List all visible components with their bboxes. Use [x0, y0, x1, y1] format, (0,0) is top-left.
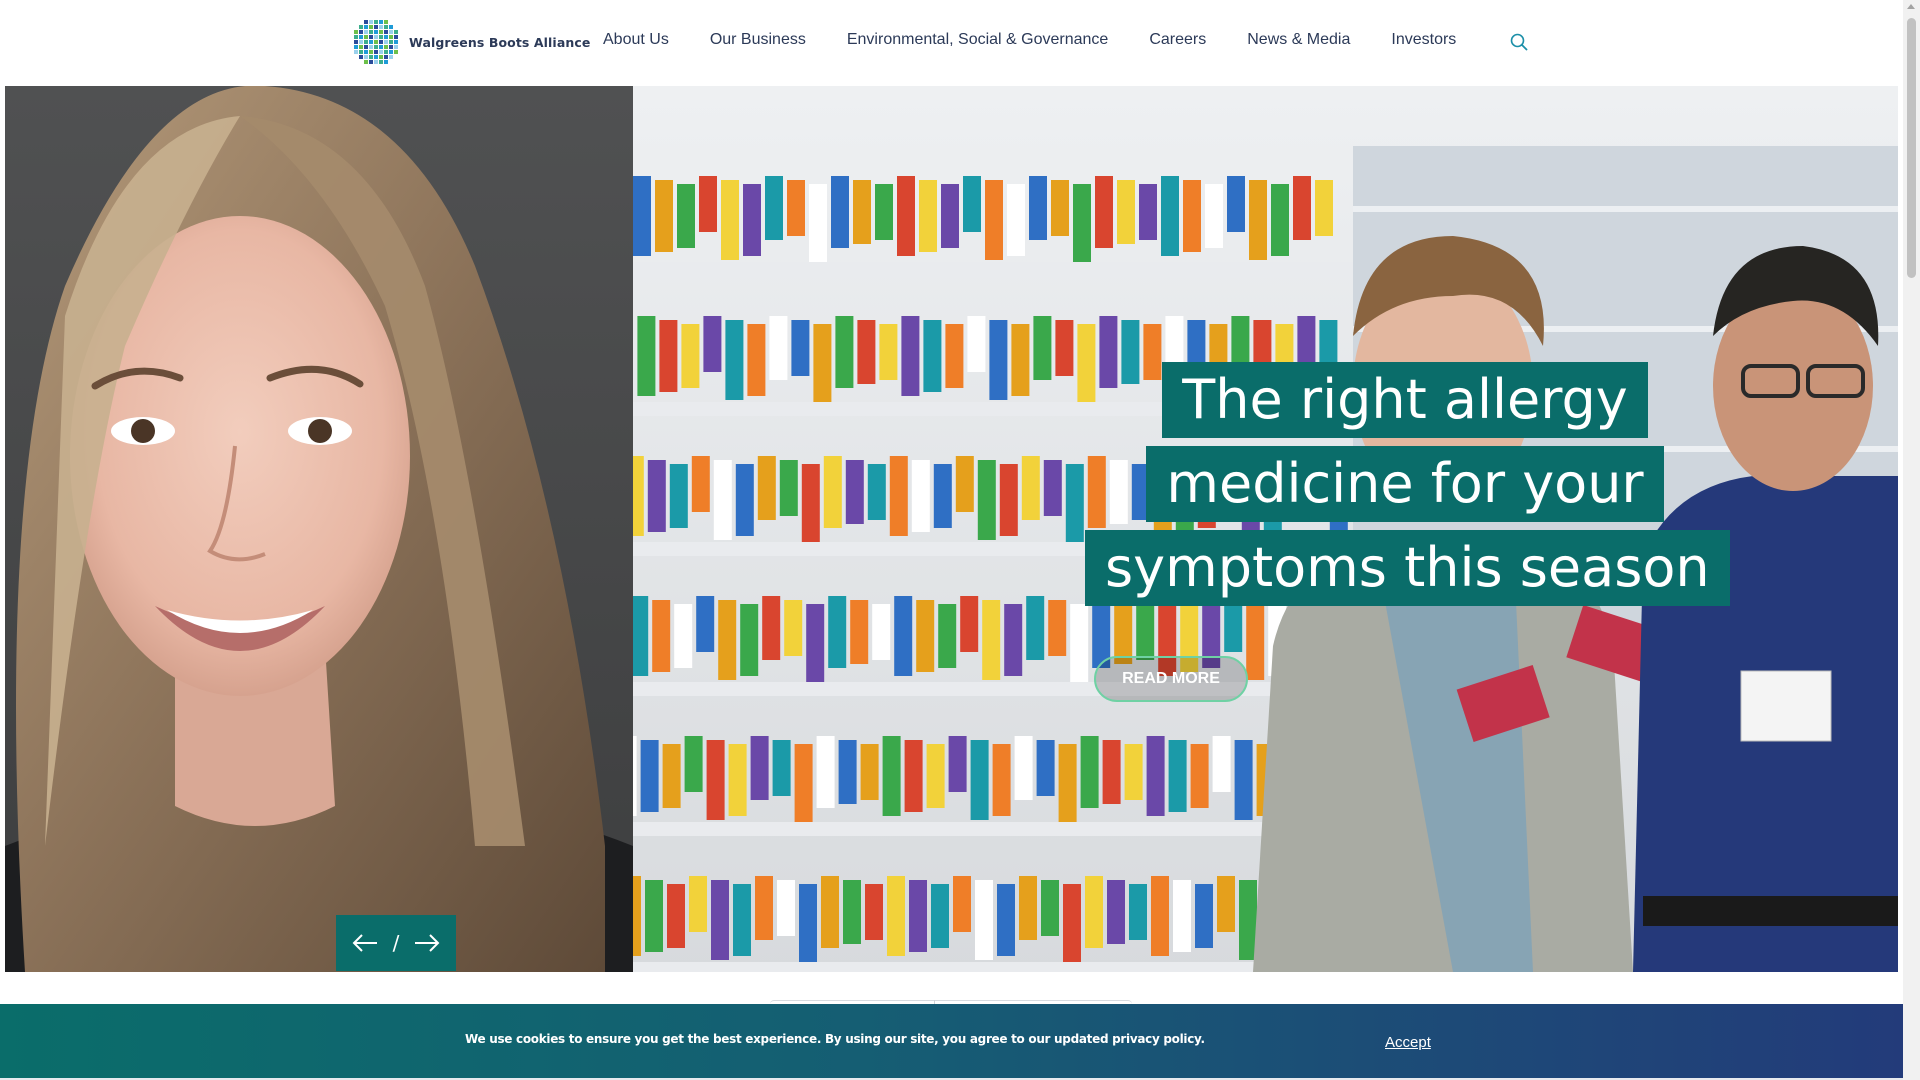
carousel-separator: / [392, 931, 400, 955]
brand-name: Walgreens Boots Alliance [409, 34, 591, 50]
scroll-up-arrow-icon[interactable] [1907, 4, 1915, 9]
nav-investors[interactable]: Investors [1391, 31, 1456, 49]
hero-portrait-image [5, 86, 633, 972]
brand-logo-link[interactable]: Walgreens Boots Alliance [351, 17, 590, 67]
search-icon [1510, 33, 1528, 51]
nav-about-us[interactable]: About Us [603, 31, 669, 49]
page-scrollbar[interactable] [1903, 0, 1920, 1080]
main-nav: About Us Our Business Environmental, Soc… [603, 31, 1497, 49]
nav-careers[interactable]: Careers [1149, 31, 1206, 49]
cookie-banner: We use cookies to ensure you get the bes… [0, 1004, 1903, 1080]
cookie-message-suffix: . [1200, 1032, 1205, 1046]
cookie-message: We use cookies to ensure you get the bes… [465, 1032, 1205, 1046]
headline-line-2: medicine for your [1146, 446, 1664, 522]
nav-news-media[interactable]: News & Media [1247, 31, 1350, 49]
wba-logo-icon [354, 20, 398, 64]
accept-cookies-button[interactable]: Accept [1385, 1034, 1431, 1051]
arrow-right-icon[interactable] [413, 933, 441, 953]
nav-esg[interactable]: Environmental, Social & Governance [847, 31, 1108, 49]
cookie-message-prefix: We use cookies to ensure you get the bes… [465, 1032, 1113, 1046]
hero-carousel: The right allergy medicine for your symp… [5, 86, 1898, 972]
site-header: Walgreens Boots Alliance About Us Our Bu… [0, 0, 1898, 86]
scroll-thumb[interactable] [1907, 18, 1916, 278]
portrait-illustration [5, 86, 633, 972]
privacy-policy-link[interactable]: privacy policy [1112, 1032, 1201, 1046]
headline-line-1: The right allergy [1162, 362, 1648, 438]
arrow-left-icon[interactable] [351, 933, 379, 953]
carousel-controls: / [336, 915, 456, 971]
nav-our-business[interactable]: Our Business [710, 31, 806, 49]
search-button[interactable] [1509, 32, 1529, 52]
hero-pharmacy-image: The right allergy medicine for your symp… [633, 86, 1898, 972]
read-more-button[interactable]: READ MORE [1094, 656, 1248, 702]
hero-headline: The right allergy medicine for your symp… [1085, 362, 1730, 614]
headline-line-3: symptoms this season [1085, 530, 1730, 606]
